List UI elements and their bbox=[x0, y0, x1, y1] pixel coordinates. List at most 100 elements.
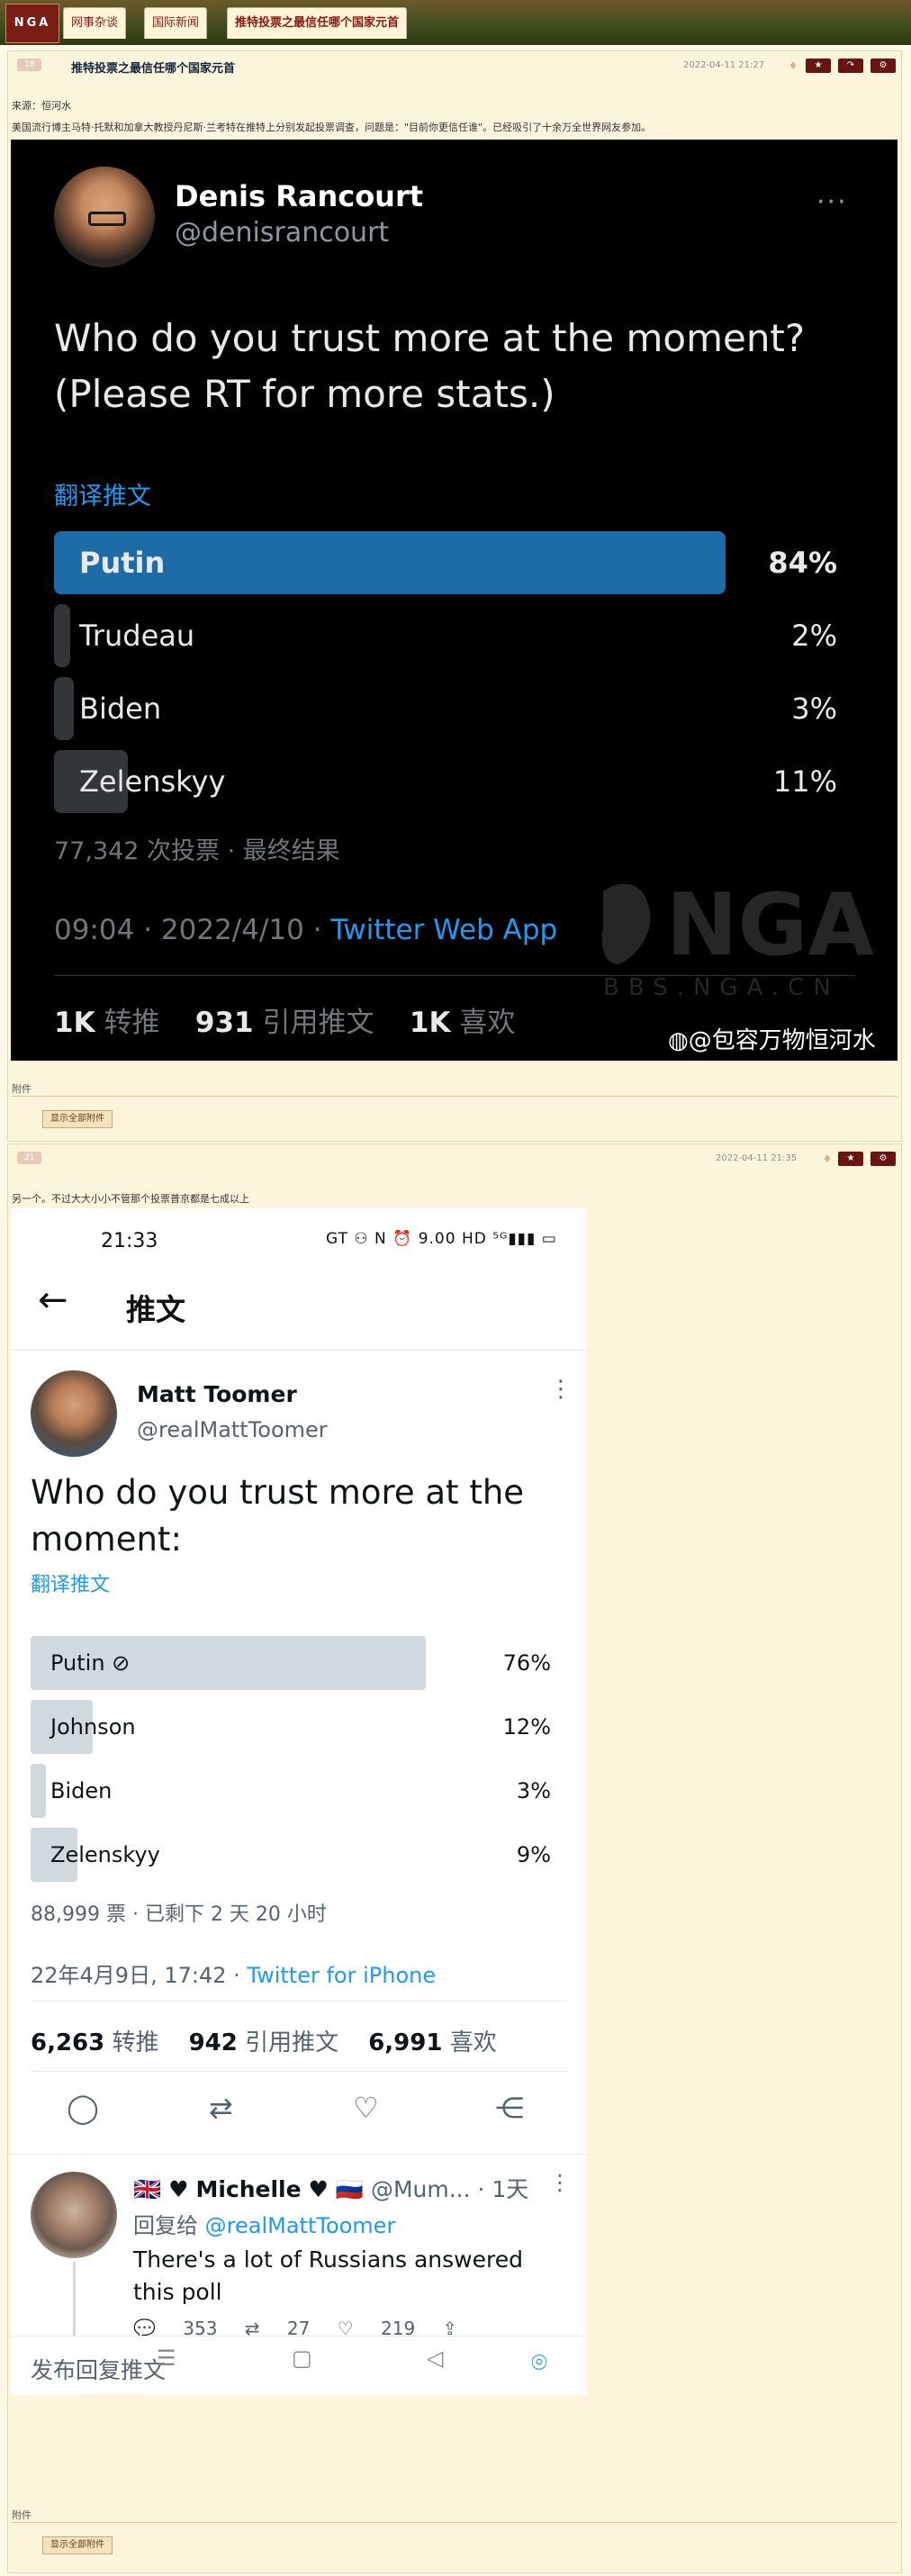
post-source: 来源：恒河水 bbox=[12, 100, 71, 112]
translate-link: 翻译推文 bbox=[54, 483, 151, 511]
tweet-stats: 6,263 转推 942 引用推文 6,991 喜欢 bbox=[31, 2024, 497, 2057]
reply-to-prefix: 回复给 bbox=[133, 2213, 205, 2238]
page-title: 推文 bbox=[126, 1292, 185, 1327]
flag-suffix: ♥ 🇷🇺 bbox=[301, 2176, 371, 2202]
settings-button[interactable]: ⚙ bbox=[870, 1152, 896, 1166]
reply-to-handle: @realMattToomer bbox=[204, 2213, 396, 2238]
poll-bar bbox=[54, 677, 74, 740]
post-header: 18 推特投票之最信任哪个国家元首 2022-04-11 21:27 ♦ ★ ↷… bbox=[8, 51, 901, 78]
reply-author-name: Michelle bbox=[195, 2176, 302, 2202]
weibo-handle: @包容万物恒河水 bbox=[688, 1027, 876, 1054]
poll-option: Zelenskyy 11% bbox=[54, 750, 837, 813]
like-count: 6,991 bbox=[368, 2029, 443, 2056]
reply-to: 回复给 @realMattToomer bbox=[133, 2208, 395, 2239]
poll-option: Biden 3% bbox=[31, 1764, 551, 1818]
tweet-stats: 1K 转推 931 引用推文 1K 喜欢 bbox=[54, 999, 515, 1040]
poll-votes: 77,342 次投票 · 最终结果 bbox=[54, 837, 340, 865]
tweet-screenshot-2: 21:33 GT ⚇ N ⏰ 9.00 HD ⁵ᴳ▮▮▮ ▭ ← 推文 Matt… bbox=[11, 1208, 587, 2395]
small-icon[interactable]: ♦ bbox=[788, 59, 798, 73]
camera-icon: ⌾ bbox=[531, 2347, 547, 2379]
post-date: 2022-04-11 21:35 bbox=[716, 1153, 798, 1163]
poll-option-label: Putin bbox=[79, 546, 166, 580]
poll-option-label: Zelenskyy bbox=[50, 1842, 160, 1867]
more-icon: ⋮ bbox=[549, 1376, 573, 1403]
post-header: 21 2022-04-11 21:35 ♦ ★ ⚙ bbox=[8, 1144, 901, 1171]
poll-option: Putin 84% bbox=[54, 531, 837, 594]
tweet-timestamp: 09:04 · 2022/4/10 · Twitter Web App bbox=[54, 914, 557, 946]
star-button[interactable]: ★ bbox=[838, 1152, 863, 1166]
flag-prefix: 🇬🇧 ♥ bbox=[133, 2176, 196, 2202]
breadcrumb-item[interactable]: 国际新闻 bbox=[144, 7, 208, 39]
divider bbox=[31, 2001, 567, 2002]
like-badge[interactable]: 18 bbox=[17, 59, 42, 71]
poll-option-percent: 84% bbox=[768, 546, 837, 580]
divider bbox=[11, 2154, 587, 2155]
divider bbox=[11, 1350, 587, 1351]
small-icon[interactable]: ♦ bbox=[822, 1152, 833, 1166]
like-icon: ♡ bbox=[353, 2091, 379, 2125]
like-label: 喜欢 bbox=[459, 1007, 516, 1039]
show-attachments-button[interactable]: 显示全部附件 bbox=[42, 2536, 113, 2554]
breadcrumb-item[interactable]: 网事杂谈 bbox=[63, 7, 127, 39]
more-icon: ⋮ bbox=[549, 2170, 571, 2195]
tweet-question: Who do you trust more at the moment: bbox=[31, 1473, 525, 1559]
poll-option-label: Johnson bbox=[50, 1714, 136, 1740]
like-label: 喜欢 bbox=[449, 2029, 497, 2056]
post-title: 推特投票之最信任哪个国家元首 bbox=[71, 62, 236, 76]
tweet-time: 22年4月9日, 17:42 · bbox=[31, 1963, 248, 1988]
retweet-count: 6,263 bbox=[31, 2029, 105, 2056]
avatar bbox=[31, 1370, 117, 1457]
translate-link: 翻译推文 bbox=[31, 1574, 111, 1596]
tweet-screenshot-1: Denis Rancourt @denisrancourt ··· Who do… bbox=[11, 140, 897, 1061]
back-arrow-icon: ← bbox=[38, 1279, 68, 1321]
quote-label: 引用推文 bbox=[262, 1007, 374, 1039]
poll-option-percent: 11% bbox=[772, 764, 837, 799]
breadcrumb-item[interactable]: 推特投票之最信任哪个国家元首 bbox=[227, 7, 408, 39]
poll-option-label: Biden bbox=[50, 1778, 113, 1803]
poll-bar bbox=[31, 1764, 46, 1818]
poll-votes: 88,999 票 · 已剩下 2 天 20 小时 bbox=[31, 1903, 327, 1926]
star-button[interactable]: ★ bbox=[806, 59, 831, 73]
nga-logo[interactable]: NGA bbox=[5, 4, 59, 43]
retweet-label: 转推 bbox=[104, 1007, 160, 1039]
reply-author-handle: @Mum... · 1天 bbox=[370, 2176, 529, 2202]
home-icon: ▢ bbox=[292, 2346, 312, 2371]
tweet-time: 09:04 · 2022/4/10 · bbox=[54, 914, 331, 946]
tweet-author-name: Matt Toomer bbox=[137, 1381, 297, 1407]
show-attachments-button[interactable]: 显示全部附件 bbox=[42, 1110, 113, 1128]
tweet-question: Who do you trust more at the moment? (Pl… bbox=[54, 316, 806, 416]
compose-input: 发布回复推文 bbox=[31, 2357, 167, 2383]
weibo-watermark: ◍@包容万物恒河水 bbox=[668, 1027, 876, 1054]
top-bar: NGA 网事杂谈 国际新闻 推特投票之最信任哪个国家元首 bbox=[0, 0, 911, 45]
quote-label: 引用推文 bbox=[245, 2029, 339, 2056]
retweet-label: 转推 bbox=[112, 2029, 159, 2056]
like-badge[interactable]: 21 bbox=[17, 1152, 42, 1164]
tweet-app: Twitter Web App bbox=[330, 914, 558, 946]
tweet-timestamp: 22年4月9日, 17:42 · Twitter for iPhone bbox=[31, 1957, 436, 1989]
poll-option-percent: 76% bbox=[502, 1650, 551, 1676]
like-count: 1K bbox=[409, 1007, 451, 1039]
menu-icon: ☰ bbox=[157, 2346, 176, 2371]
poll-option-label: Biden bbox=[79, 691, 162, 726]
poll-bar bbox=[54, 604, 70, 667]
avatar bbox=[54, 167, 155, 267]
divider bbox=[12, 2522, 897, 2523]
poll-option: Johnson 12% bbox=[31, 1700, 551, 1754]
retweet-count: 1K bbox=[54, 1007, 95, 1039]
poll-option-percent: 12% bbox=[502, 1714, 551, 1740]
poll-option-percent: 3% bbox=[516, 1778, 551, 1803]
poll-option-percent: 9% bbox=[516, 1842, 551, 1867]
reply-avatar bbox=[31, 2172, 117, 2258]
divider bbox=[12, 1096, 897, 1097]
poll-option-percent: 3% bbox=[791, 691, 837, 726]
poll-option: Trudeau 2% bbox=[54, 604, 837, 667]
quote-count: 942 bbox=[188, 2029, 238, 2056]
settings-button[interactable]: ⚙ bbox=[870, 59, 896, 73]
share-icon: ⋲ bbox=[495, 2091, 524, 2125]
paw-icon bbox=[601, 883, 651, 964]
share-button[interactable]: ↷ bbox=[838, 59, 863, 73]
post-body: 另一个。不过大大小小不管那个投票普京都是七成以上 bbox=[12, 1193, 249, 1205]
poll-option-percent: 2% bbox=[791, 619, 837, 653]
attachment-label: 附件 bbox=[12, 2509, 32, 2521]
post-body: 美国流行博主马特·托默和加拿大教授丹尼斯·兰考特在推特上分别发起投票调查，问题是… bbox=[12, 122, 652, 133]
